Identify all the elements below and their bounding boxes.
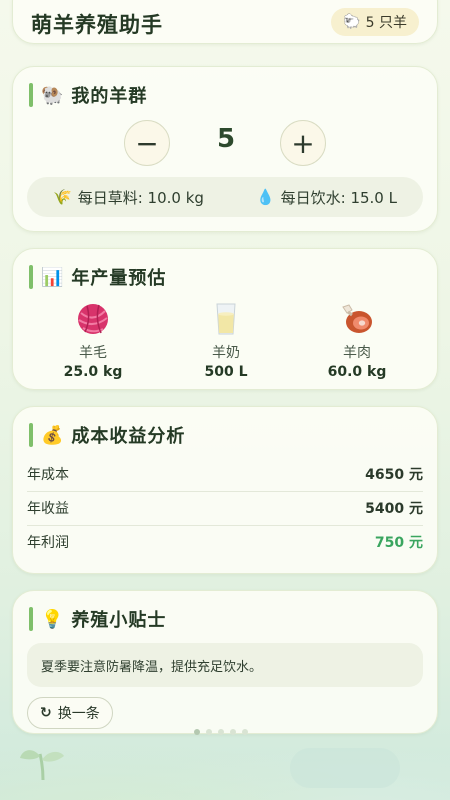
production-label: 羊肉 — [343, 345, 371, 361]
ram-icon: 🐏 — [41, 84, 64, 106]
cost-card: 💰 成本收益分析 年成本 4650 元 年收益 5400 元 年利润 750 元 — [12, 406, 438, 574]
section-title-text: 成本收益分析 — [71, 426, 186, 447]
background-cloud — [290, 748, 400, 788]
tip-text: 夏季要注意防暑降温，提供充足饮水。 — [41, 659, 263, 675]
header-card: 萌羊养殖助手 🐑 5 只羊 — [12, 0, 438, 44]
section-accent-bar — [29, 83, 33, 107]
flock-count: 5 — [216, 124, 236, 154]
section-title-flock: 🐏 我的羊群 — [29, 83, 147, 107]
section-title-text: 我的羊群 — [71, 86, 148, 107]
production-label: 羊毛 — [79, 345, 107, 361]
increase-button[interactable]: + — [280, 120, 326, 166]
page-dot — [230, 729, 236, 735]
daily-needs-bar: 🌾 每日草料: 10.0 kg 💧 每日饮水: 15.0 L — [27, 177, 423, 217]
section-accent-bar — [29, 265, 33, 289]
production-item-milk: 羊奶 500 L — [176, 301, 276, 380]
page-dot — [194, 729, 200, 735]
daily-feed: 🌾 每日草料: 10.0 kg — [53, 187, 204, 208]
decrease-button[interactable]: − — [124, 120, 170, 166]
cost-label: 年成本 — [27, 467, 69, 483]
app-title: 萌羊养殖助手 — [31, 13, 163, 37]
section-title-text: 年产量预估 — [71, 268, 167, 289]
section-title-production: 📊 年产量预估 — [29, 265, 166, 289]
production-card: 📊 年产量预估 羊毛 25.0 kg 羊奶 500 L 羊肉 60.0 kg — [12, 248, 438, 390]
daily-feed-text: 每日草料: 10.0 kg — [77, 188, 204, 207]
sheep-icon: 🐑 — [343, 14, 361, 30]
cost-value: 4650 元 — [365, 467, 423, 483]
production-value: 60.0 kg — [327, 364, 387, 380]
flock-card: 🐏 我的羊群 − 5 + 🌾 每日草料: 10.0 kg 💧 每日饮水: 15.… — [12, 66, 438, 232]
tips-card: 💡 养殖小贴士 夏季要注意防暑降温，提供充足饮水。 ↻ 换一条 — [12, 590, 438, 734]
next-tip-button[interactable]: ↻ 换一条 — [27, 697, 113, 729]
wheat-icon: 🌾 — [53, 188, 72, 206]
yarn-ball-icon — [78, 304, 108, 334]
section-accent-bar — [29, 423, 33, 447]
cost-row-annual-profit: 年利润 750 元 — [27, 525, 423, 559]
tip-text-box: 夏季要注意防暑降温，提供充足饮水。 — [27, 643, 423, 687]
profit-value: 750 元 — [374, 535, 423, 551]
page-dot — [242, 729, 248, 735]
money-bag-icon: 💰 — [41, 424, 64, 446]
sprout-icon — [20, 750, 64, 780]
section-title-text: 养殖小贴士 — [71, 610, 167, 631]
production-label: 羊奶 — [212, 345, 240, 361]
cost-row-annual-revenue: 年收益 5400 元 — [27, 491, 423, 526]
cost-label: 年利润 — [27, 535, 69, 551]
production-value: 25.0 kg — [63, 364, 123, 380]
water-drop-icon: 💧 — [255, 188, 275, 206]
refresh-icon: ↻ — [40, 705, 52, 721]
milk-glass-icon — [216, 303, 236, 335]
production-value: 500 L — [204, 364, 248, 380]
daily-water-text: 每日饮水: 15.0 L — [280, 188, 397, 207]
sheep-count-text: 5 只羊 — [365, 15, 407, 31]
section-title-tips: 💡 养殖小贴士 — [29, 607, 166, 631]
meat-icon — [342, 304, 372, 333]
page-indicator — [194, 729, 248, 735]
sheep-count-badge: 🐑 5 只羊 — [331, 8, 419, 36]
bar-chart-icon: 📊 — [41, 266, 64, 288]
cost-row-annual-cost: 年成本 4650 元 — [27, 457, 423, 492]
light-bulb-icon: 💡 — [41, 608, 64, 630]
production-item-meat: 羊肉 60.0 kg — [307, 301, 407, 380]
production-item-wool: 羊毛 25.0 kg — [43, 301, 143, 380]
page-dot — [206, 729, 212, 735]
section-accent-bar — [29, 607, 33, 631]
cost-label: 年收益 — [27, 501, 69, 517]
daily-water: 💧 每日饮水: 15.0 L — [256, 187, 397, 208]
section-title-cost: 💰 成本收益分析 — [29, 423, 185, 447]
next-tip-label: 换一条 — [57, 706, 100, 722]
page-dot — [218, 729, 224, 735]
cost-value: 5400 元 — [365, 501, 423, 517]
